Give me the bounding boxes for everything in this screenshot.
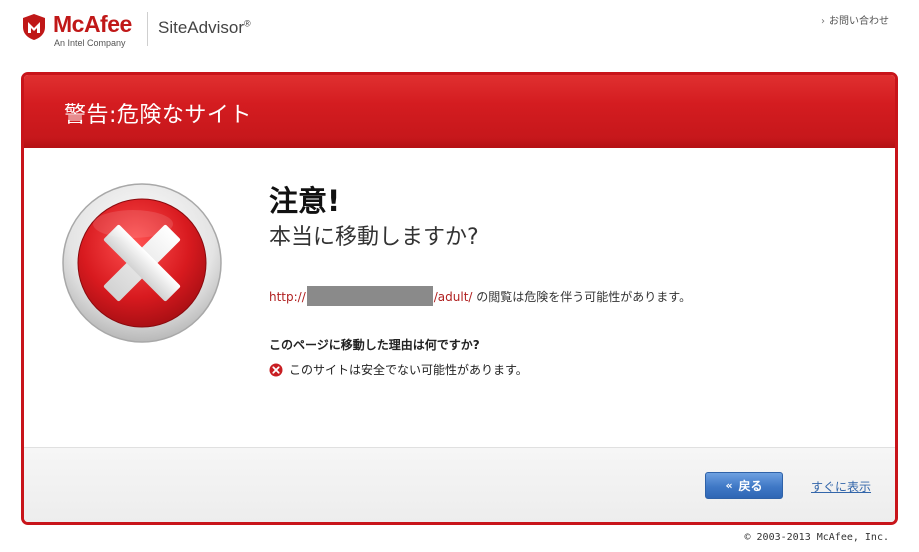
product-name: SiteAdvisor® (158, 18, 251, 38)
double-chevron-left-icon: « (725, 479, 732, 492)
warning-title: 警告:危険なサイト (64, 103, 252, 128)
warning-panel: 警告:危険なサイト 注意! 本当に移動しますか? http:// /adult/… (21, 72, 898, 525)
url-prefix: http:// (269, 290, 306, 304)
warning-panel-footer: « 戻る すぐに表示 (24, 447, 895, 522)
siteadvisor-warning-page: McAfee An Intel Company SiteAdvisor® › お問… (0, 0, 919, 552)
reason-item-text: このサイトは安全でない可能性があります。 (289, 363, 528, 377)
registered-mark: ® (243, 18, 251, 29)
contact-link-label: お問い合わせ (829, 16, 889, 27)
reason-heading: このページに移動した理由は何ですか? (269, 338, 480, 352)
url-warning-message: の閲覧は危険を伴う可能性があります。 (472, 290, 692, 304)
contact-link[interactable]: › お問い合わせ (821, 12, 889, 27)
warning-panel-body: 注意! 本当に移動しますか? http:// /adult/ の閲覧は危険を伴う可… (24, 148, 895, 448)
red-x-warning-icon (62, 183, 222, 343)
copyright: © 2003-2013 McAfee, Inc. (744, 532, 890, 543)
reason-item: このサイトは安全でない可能性があります。 (269, 361, 528, 378)
back-button[interactable]: « 戻る (705, 472, 783, 499)
logo-divider (147, 12, 148, 46)
brand-subtitle: An Intel Company (54, 38, 126, 48)
url-suffix: /adult/ (433, 290, 473, 304)
caution-heading: 注意! (269, 184, 341, 218)
header: McAfee An Intel Company SiteAdvisor® › お問… (0, 0, 919, 62)
chevron-right-icon: › (821, 16, 825, 27)
url-warning-line: http:// /adult/ の閲覧は危険を伴う可能性があります。 (269, 286, 691, 306)
show-now-link[interactable]: すぐに表示 (811, 478, 871, 495)
product-name-text: SiteAdvisor (158, 18, 244, 37)
small-red-x-icon (269, 363, 283, 376)
mcafee-shield-icon (23, 14, 45, 40)
brand-name: McAfee (53, 11, 132, 37)
back-button-label: 戻る (738, 479, 763, 493)
confirm-question: 本当に移動しますか? (269, 225, 479, 250)
warning-panel-header: 警告:危険なサイト (24, 75, 895, 148)
redacted-domain (306, 286, 433, 306)
